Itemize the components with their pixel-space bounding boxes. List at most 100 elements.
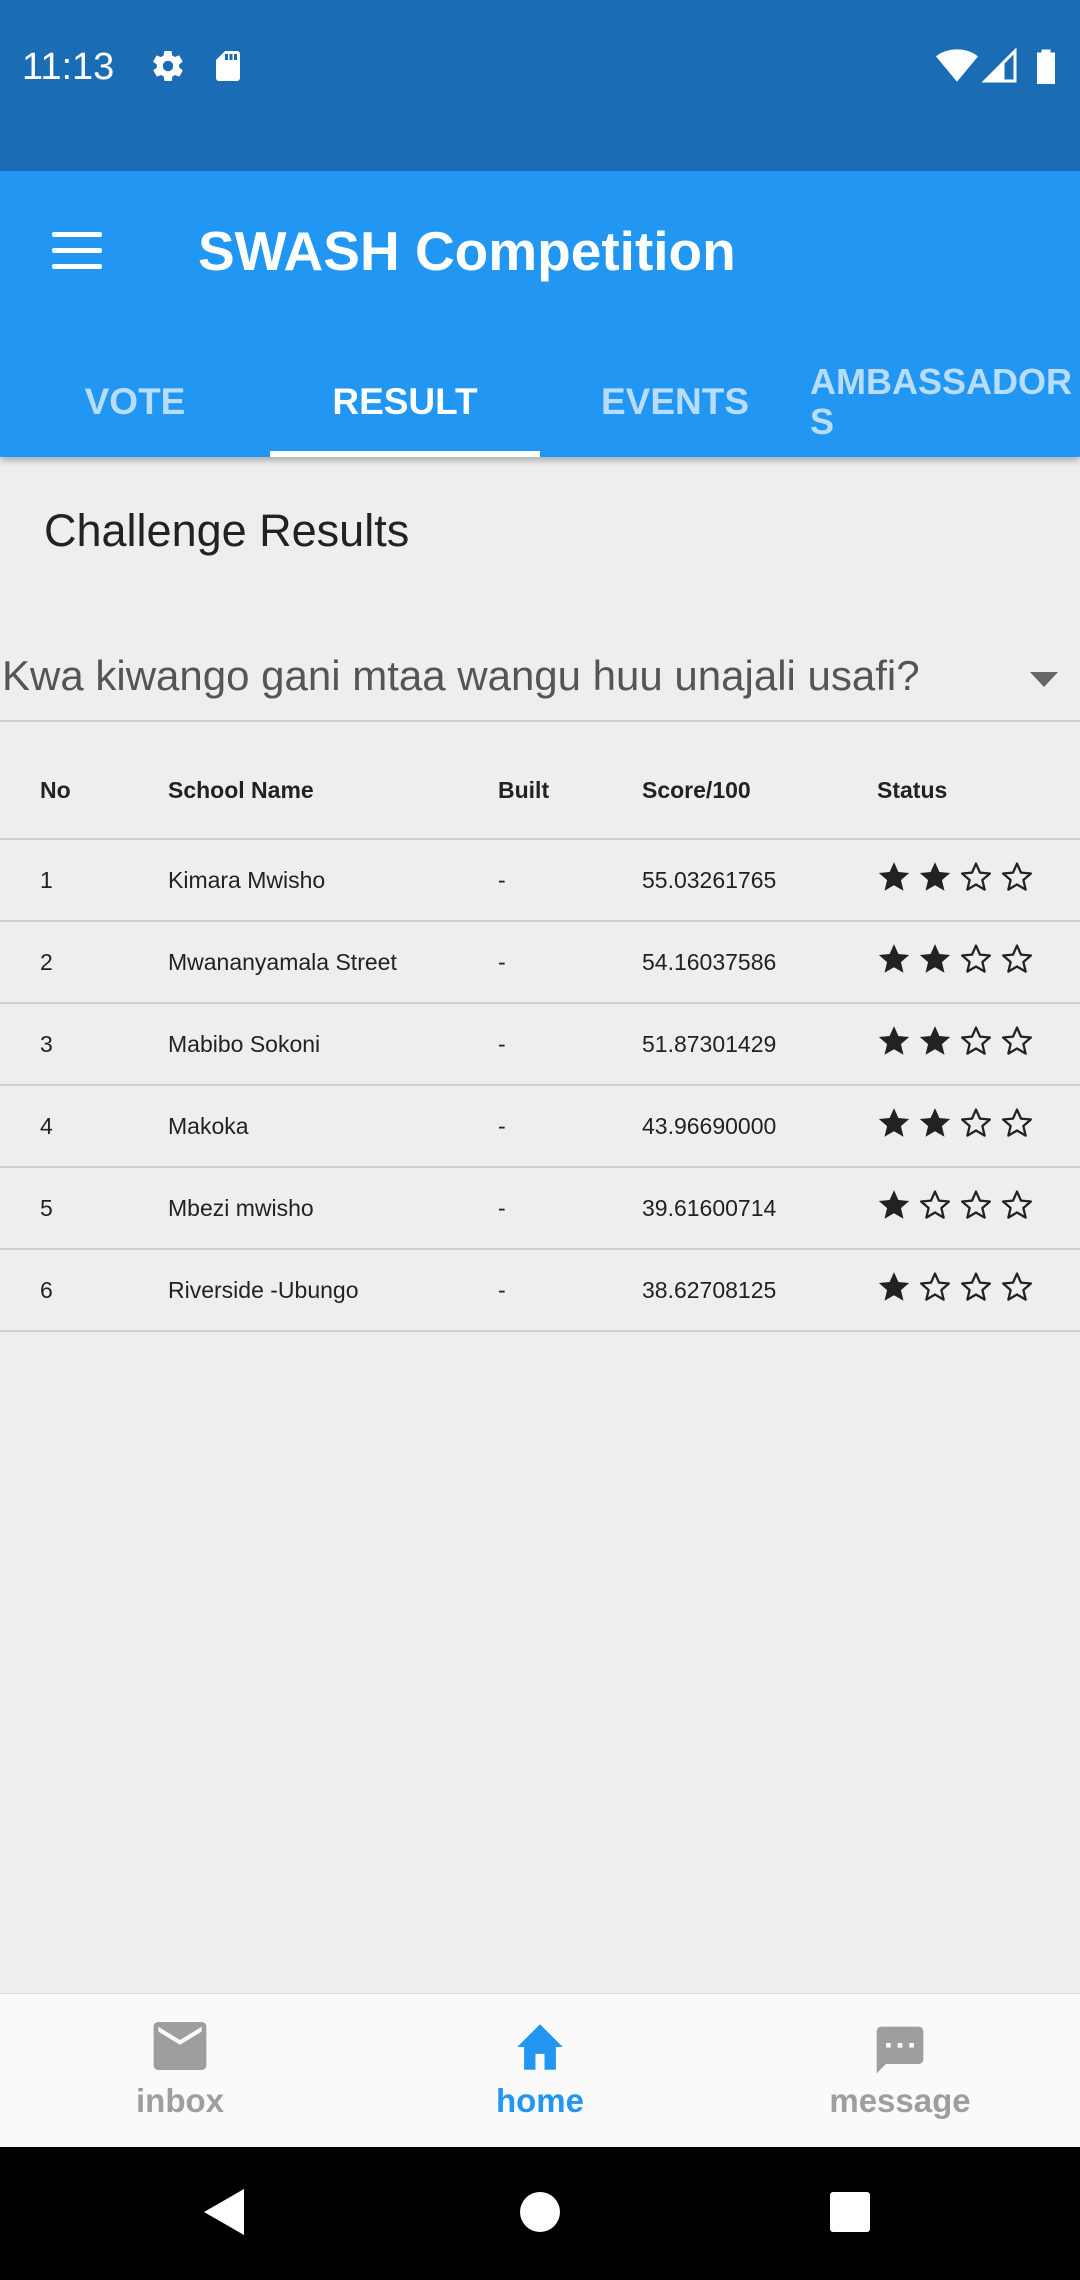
- table-row[interactable]: 5 Mbezi mwisho -39.61600714: [0, 1167, 1080, 1250]
- app-title: SWASH Competition: [198, 220, 736, 282]
- question-select[interactable]: Kwa kiwango gani mtaa wangu huu unajali …: [0, 640, 1080, 722]
- star-empty-icon: [918, 1270, 952, 1310]
- bottom-nav: inbox home message: [0, 1993, 1080, 2148]
- score-cell: 43.96690000: [642, 1085, 877, 1168]
- star-empty-icon: [1000, 1106, 1034, 1146]
- system-nav-bar: [0, 2147, 1080, 2280]
- built-cell: -: [498, 1085, 642, 1168]
- nav-home-label: home: [495, 2082, 584, 2119]
- home-icon: [512, 2022, 568, 2077]
- status-rating: [877, 1249, 1080, 1332]
- table-row[interactable]: 6 Riverside -Ubungo -38.62708125: [0, 1249, 1080, 1332]
- back-icon[interactable]: [202, 2187, 246, 2242]
- school-name-cell: Mbezi mwisho: [168, 1167, 498, 1250]
- section-title: Challenge Results: [44, 505, 410, 556]
- tab-result[interactable]: RESULT: [270, 341, 540, 457]
- header-score: Score/100: [642, 742, 877, 840]
- star-empty-icon: [1000, 860, 1034, 900]
- header-built: Built: [498, 742, 642, 840]
- star-empty-icon: [959, 860, 993, 900]
- table-row[interactable]: 4 Makoka -43.96690000: [0, 1085, 1080, 1168]
- star-filled-icon: [918, 1024, 952, 1064]
- status-rating: [877, 921, 1080, 1004]
- app-bar: SWASH Competition VOTE RESULT EVENTS AMB…: [0, 171, 1080, 457]
- nav-home[interactable]: home: [360, 1994, 720, 2148]
- star-empty-icon: [959, 942, 993, 982]
- question-select-value: Kwa kiwango gani mtaa wangu huu unajali …: [2, 652, 920, 699]
- star-filled-icon: [918, 942, 952, 982]
- status-rating: [877, 1167, 1080, 1250]
- battery-icon: [1034, 48, 1058, 89]
- star-empty-icon: [918, 1188, 952, 1228]
- nav-message-label: message: [829, 2082, 971, 2119]
- row-number: 3: [0, 1003, 168, 1086]
- row-number: 4: [0, 1085, 168, 1168]
- signal-icon: [981, 47, 1018, 89]
- table-header-row: No School Name Built Score/100 Status: [0, 742, 1080, 840]
- tab-vote[interactable]: VOTE: [0, 341, 270, 457]
- star-empty-icon: [959, 1106, 993, 1146]
- results-table: No School Name Built Score/100 Status 1K…: [0, 742, 1080, 1332]
- star-filled-icon: [877, 942, 911, 982]
- row-number: 1: [0, 839, 168, 922]
- table-row[interactable]: 3 Mabibo Sokoni -51.87301429: [0, 1003, 1080, 1086]
- school-name-cell: Kimara Mwisho: [168, 839, 498, 922]
- mail-icon: [151, 2022, 209, 2075]
- score-cell: 54.16037586: [642, 921, 877, 1004]
- tab-indicator: [270, 451, 540, 457]
- school-name-cell: Makoka: [168, 1085, 498, 1168]
- nav-message[interactable]: message: [720, 1994, 1080, 2148]
- row-number: 6: [0, 1249, 168, 1332]
- tab-events[interactable]: EVENTS: [540, 341, 810, 457]
- star-filled-icon: [877, 1106, 911, 1146]
- score-cell: 38.62708125: [642, 1249, 877, 1332]
- school-name-cell: Mabibo Sokoni: [168, 1003, 498, 1086]
- status-rating: [877, 1003, 1080, 1086]
- star-empty-icon: [1000, 1188, 1034, 1228]
- status-rating: [877, 1085, 1080, 1168]
- nav-inbox[interactable]: inbox: [0, 1994, 360, 2148]
- sd-card-icon: [212, 48, 244, 89]
- home-circle-icon[interactable]: [518, 2187, 562, 2242]
- star-filled-icon: [877, 860, 911, 900]
- wifi-icon: [936, 48, 978, 89]
- school-name-cell: Mwananyamala Street: [168, 921, 498, 1004]
- star-empty-icon: [959, 1270, 993, 1310]
- message-icon: [871, 2022, 929, 2083]
- score-cell: 39.61600714: [642, 1167, 877, 1250]
- built-cell: -: [498, 1249, 642, 1332]
- status-bar: 11:13: [0, 0, 1080, 171]
- built-cell: -: [498, 839, 642, 922]
- status-time: 11:13: [22, 46, 115, 88]
- tab-bar: VOTE RESULT EVENTS AMBASSADORS: [0, 341, 1080, 457]
- header-no: No: [0, 742, 168, 840]
- star-filled-icon: [877, 1270, 911, 1310]
- status-rating: [877, 839, 1080, 922]
- hamburger-menu-icon[interactable]: [46, 226, 108, 278]
- recents-icon[interactable]: [828, 2187, 872, 2242]
- gear-icon: [150, 48, 186, 89]
- star-filled-icon: [918, 860, 952, 900]
- star-empty-icon: [1000, 1270, 1034, 1310]
- row-number: 5: [0, 1167, 168, 1250]
- score-cell: 55.03261765: [642, 839, 877, 922]
- star-filled-icon: [877, 1024, 911, 1064]
- tab-ambassadors[interactable]: AMBASSADORS: [810, 341, 1080, 457]
- star-filled-icon: [918, 1106, 952, 1146]
- built-cell: -: [498, 1167, 642, 1250]
- school-name-cell: Riverside -Ubungo: [168, 1249, 498, 1332]
- star-filled-icon: [877, 1188, 911, 1228]
- star-empty-icon: [1000, 942, 1034, 982]
- star-empty-icon: [959, 1024, 993, 1064]
- star-empty-icon: [959, 1188, 993, 1228]
- dropdown-arrow-icon: [1030, 672, 1058, 687]
- nav-inbox-label: inbox: [136, 2082, 224, 2119]
- table-row[interactable]: 1 Kimara Mwisho -55.03261765: [0, 839, 1080, 922]
- header-status: Status: [877, 742, 1080, 840]
- score-cell: 51.87301429: [642, 1003, 877, 1086]
- built-cell: -: [498, 1003, 642, 1086]
- table-row[interactable]: 2 Mwananyamala Street -54.16037586: [0, 921, 1080, 1004]
- built-cell: -: [498, 921, 642, 1004]
- header-school-name: School Name: [168, 742, 498, 840]
- row-number: 2: [0, 921, 168, 1004]
